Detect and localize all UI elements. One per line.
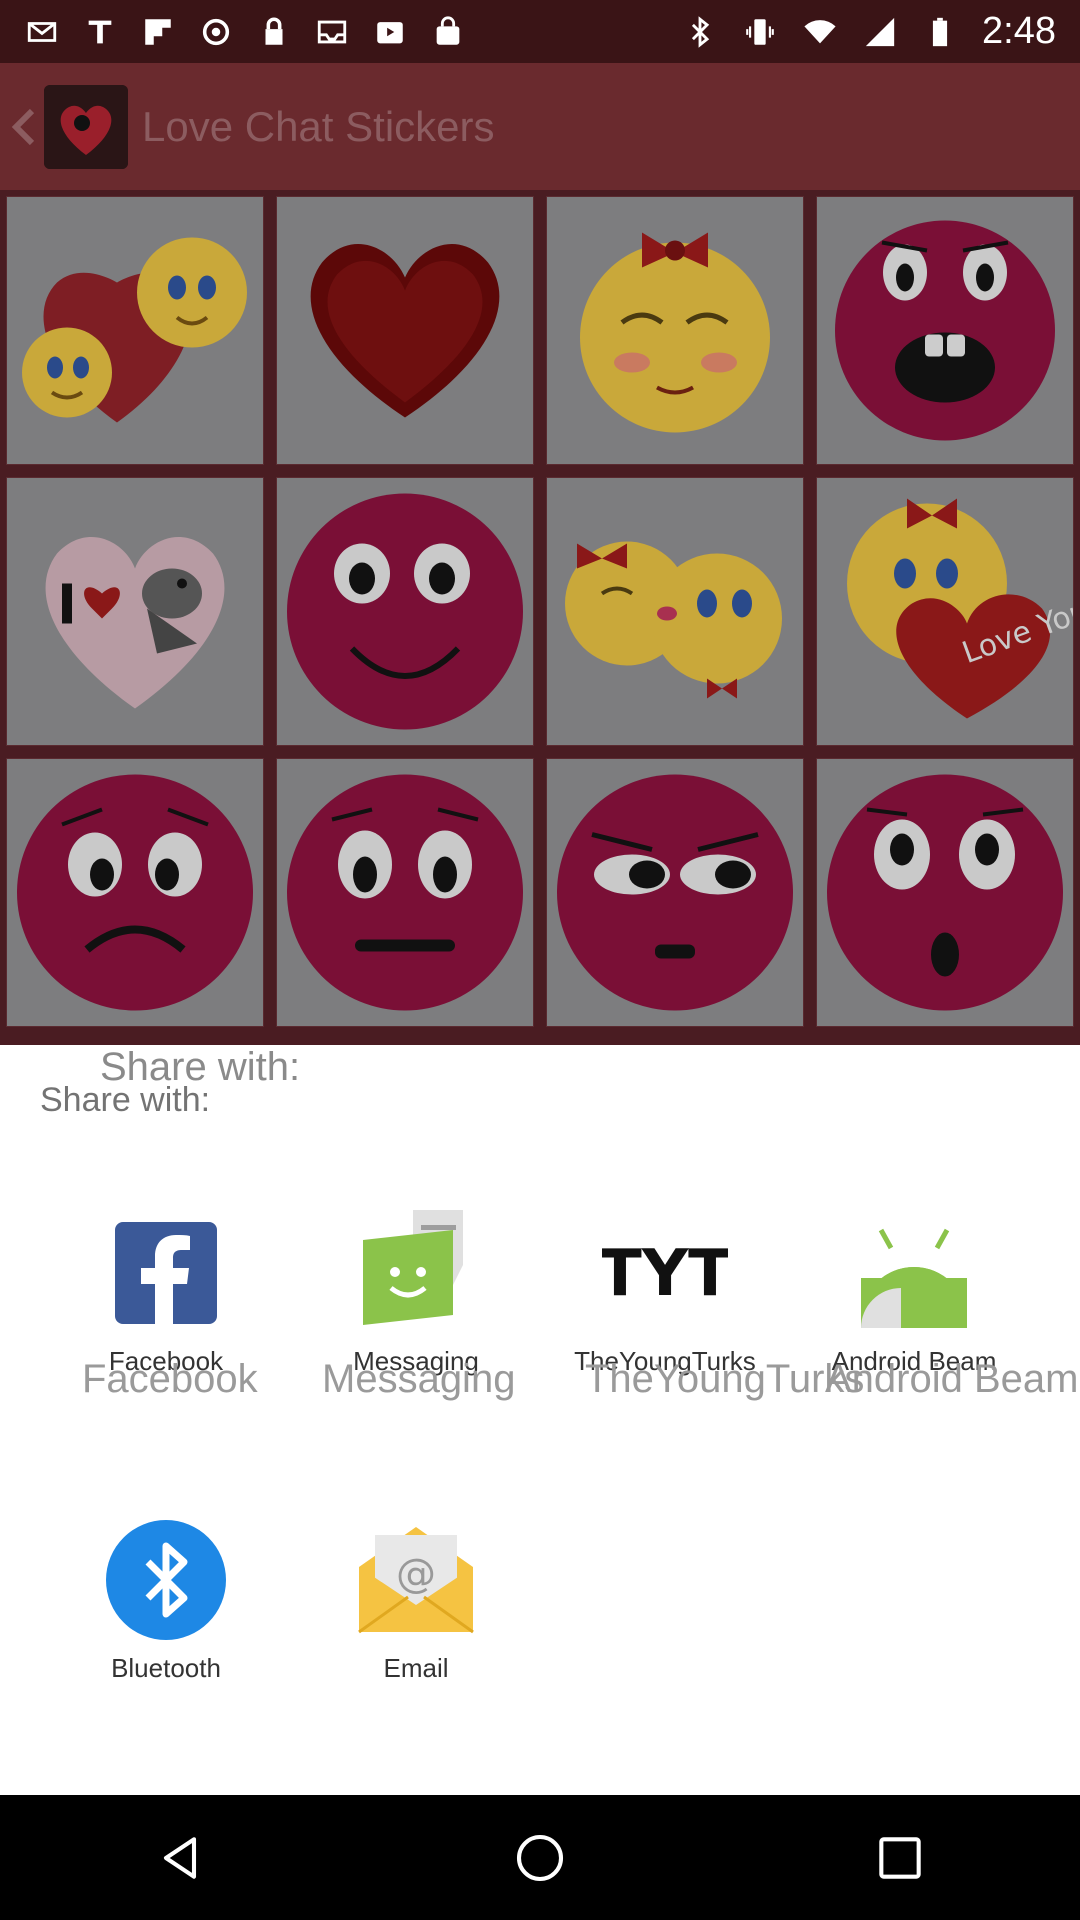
svg-text:@: @ [396,1551,436,1597]
sticker-kissing-emojis[interactable] [546,477,804,746]
svg-text:TYT: TYT [602,1237,728,1311]
app-logo [44,84,128,169]
back-nav-icon[interactable] [140,1818,220,1898]
bluetooth-icon [682,14,718,50]
battery-icon [922,14,958,50]
sticker-shocked-face[interactable] [816,196,1074,465]
signal-icon [862,14,898,50]
share-app-messaging[interactable]: Messaging [291,1210,541,1377]
app-title: Love Chat Stickers [142,102,495,150]
navigation-bar [0,1795,1080,1920]
shopping-bag-icon [430,14,466,50]
sticker-love-you-heart[interactable]: Love You [816,477,1074,746]
sticker-smiling-face[interactable] [276,477,534,746]
recents-nav-icon[interactable] [860,1818,940,1898]
tyt-icon: TYT [598,1210,732,1336]
vibrate-icon [742,14,778,50]
clock: 2:48 [982,10,1056,52]
sticker-i-love-parrot[interactable] [6,477,264,746]
inbox-icon [314,14,350,50]
sticker-surprised-face[interactable] [816,758,1074,1027]
messaging-icon [353,1210,479,1336]
share-app-email[interactable]: @ Email [291,1517,541,1684]
sticker-blushing-girl-emoji[interactable] [546,196,804,465]
android-beam-icon [851,1210,977,1336]
bluetooth-app-icon [103,1517,229,1643]
ghost-label-theyoungturks: TheYoungTurks [585,1357,865,1401]
app-bar: Love Chat Stickers [0,63,1080,190]
ghost-label-messaging: Messaging [322,1357,516,1401]
sticker-grid: Love You [0,190,1080,1045]
back-arrow-icon[interactable] [10,107,38,147]
sticker-annoyed-face[interactable] [546,758,804,1027]
sticker-red-heart[interactable] [276,196,534,465]
notification-icons [24,14,466,50]
wifi-icon [802,14,838,50]
sticker-neutral-face[interactable] [276,758,534,1027]
share-app-android-beam[interactable]: Android Beam [789,1210,1039,1377]
share-app-facebook[interactable]: Facebook [41,1210,291,1377]
text-tool-icon [82,14,118,50]
share-title: Share with: [40,1081,211,1119]
sync-icon [198,14,234,50]
system-icons: 2:48 [682,10,1056,53]
lock-icon [256,14,292,50]
app-label: Bluetooth [111,1653,221,1683]
mail-icon [24,14,60,50]
status-bar: 2:48 [0,0,1080,63]
home-nav-icon[interactable] [500,1818,580,1898]
ghost-label-android-beam: Android Beam [825,1357,1079,1401]
flipboard-icon [140,14,176,50]
share-app-theyoungturks[interactable]: TYT TheYoungTurks [540,1210,790,1377]
share-app-bluetooth[interactable]: Bluetooth [41,1517,291,1684]
ghost-label-facebook: Facebook [82,1357,258,1401]
play-store-icon [372,14,408,50]
facebook-icon [103,1210,229,1336]
app-label: Email [383,1653,449,1683]
sticker-be-mine-couple[interactable] [6,196,264,465]
sticker-sad-face[interactable] [6,758,264,1027]
email-icon: @ [353,1517,479,1643]
